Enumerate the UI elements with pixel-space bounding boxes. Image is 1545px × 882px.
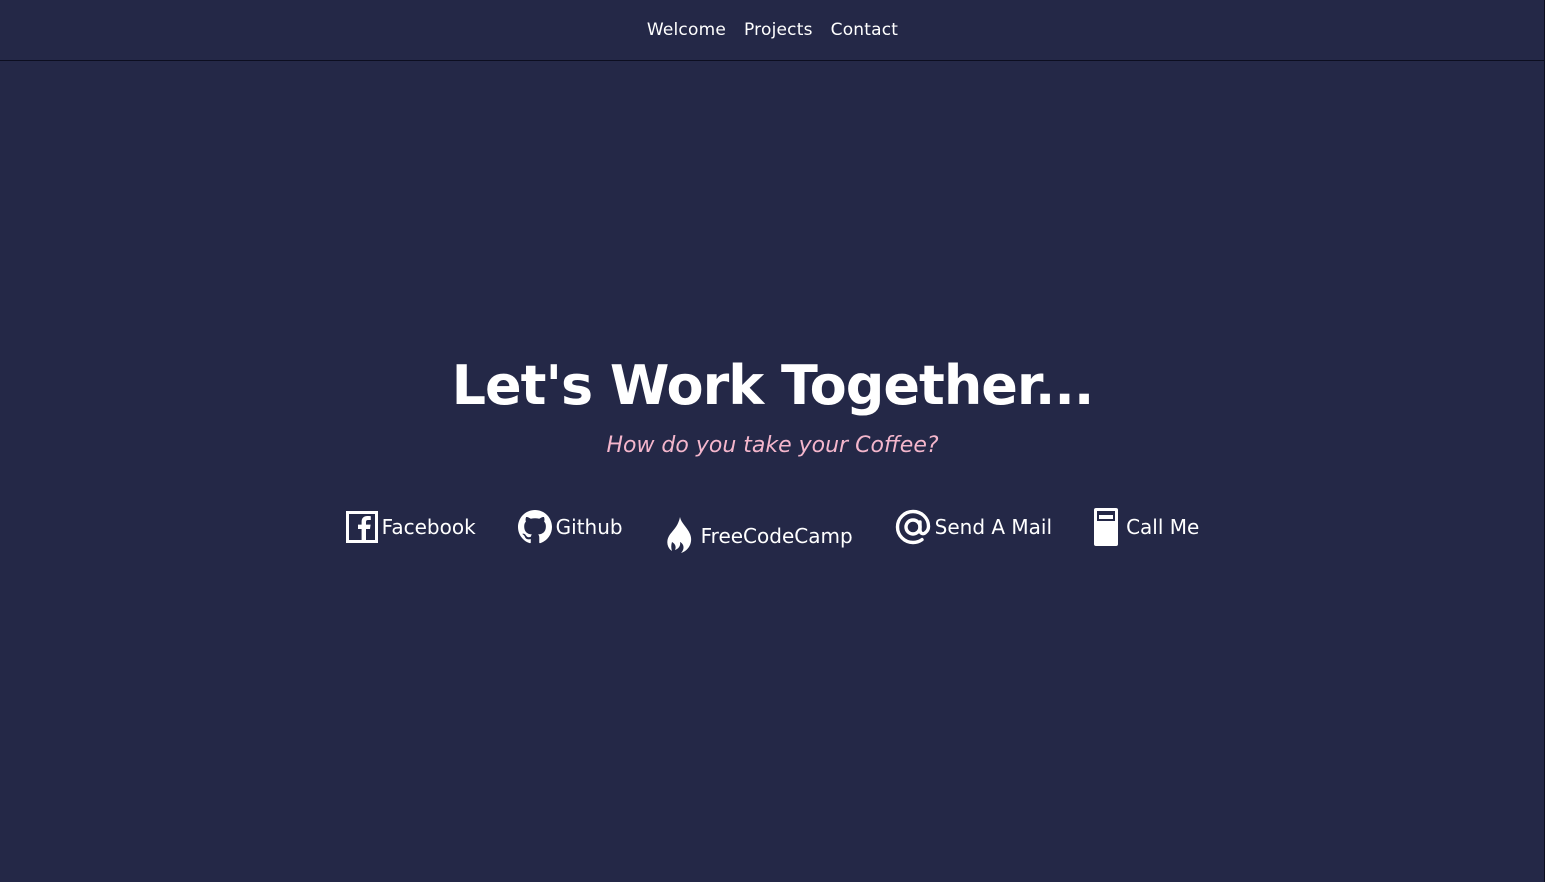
contact-links: Facebook Github FreeCodeCamp Send A Mail [0,505,1545,553]
send-mail-link[interactable]: Send A Mail [895,505,1052,549]
at-icon [895,509,931,545]
call-me-link-label: Call Me [1126,515,1200,539]
nav-link-contact[interactable]: Contact [831,20,899,40]
send-mail-link-label: Send A Mail [934,515,1053,539]
nav-link-projects[interactable]: Projects [744,20,813,40]
call-me-link[interactable]: Call Me [1094,505,1199,549]
facebook-icon [345,511,378,543]
github-link-label: Github [555,515,623,539]
freecodecamp-link[interactable]: FreeCodeCamp [665,505,853,553]
facebook-link-label: Facebook [381,515,476,539]
facebook-link[interactable]: Facebook [345,505,476,549]
contact-tagline: How do you take your Coffee? [606,433,939,458]
github-icon [517,510,552,544]
navbar: Welcome Projects Contact [0,0,1545,61]
fire-icon [665,516,693,554]
nav-link-welcome[interactable]: Welcome [647,20,726,40]
github-link[interactable]: Github [517,505,623,549]
mobile-phone-icon [1094,508,1119,546]
contact-headline: Let's Work Together... [451,354,1095,417]
freecodecamp-link-label: FreeCodeCamp [700,524,853,548]
contact-section: Let's Work Together... How do you take y… [0,340,1545,460]
